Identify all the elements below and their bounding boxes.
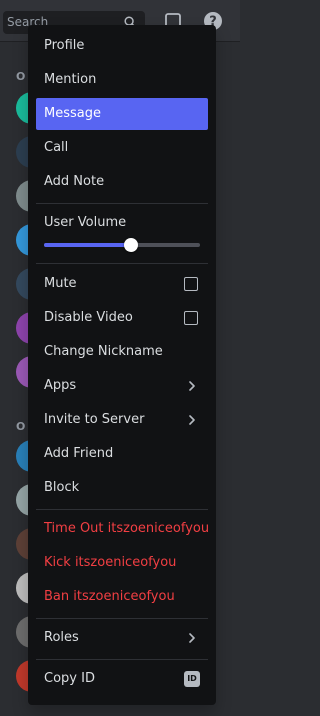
menu-separator bbox=[36, 203, 208, 204]
menu-item-mute[interactable]: Mute bbox=[36, 268, 208, 300]
user-volume-slider[interactable] bbox=[44, 238, 200, 252]
menu-item-profile[interactable]: Profile bbox=[36, 30, 208, 62]
menu-item-change-nickname[interactable]: Change Nickname bbox=[36, 336, 208, 368]
menu-separator bbox=[36, 659, 208, 660]
menu-item-call[interactable]: Call bbox=[36, 132, 208, 164]
menu-item-block[interactable]: Block bbox=[36, 472, 208, 504]
checkbox-icon[interactable] bbox=[184, 311, 198, 325]
id-icon: ID bbox=[184, 671, 200, 687]
menu-item-copy-id-label: Copy ID bbox=[44, 671, 95, 686]
menu-item-disable-video[interactable]: Disable Video bbox=[36, 302, 208, 334]
menu-item-kick[interactable]: Kick itszoeniceofyou bbox=[36, 547, 208, 579]
menu-item-apps-label: Apps bbox=[44, 378, 77, 393]
menu-separator bbox=[36, 618, 208, 619]
menu-item-message[interactable]: Message bbox=[36, 98, 208, 130]
menu-separator bbox=[36, 263, 208, 264]
menu-item-disable-video-label: Disable Video bbox=[44, 310, 133, 325]
menu-item-add-note[interactable]: Add Note bbox=[36, 166, 208, 198]
user-context-menu: Profile Mention Message Call Add Note Us… bbox=[28, 25, 216, 705]
menu-item-mention[interactable]: Mention bbox=[36, 64, 208, 96]
chevron-right-icon bbox=[189, 633, 195, 643]
member-group-header: O bbox=[16, 70, 26, 83]
app-window: Search ? O O Profile Mention Message Cal… bbox=[0, 0, 240, 716]
menu-separator bbox=[36, 509, 208, 510]
menu-item-roles[interactable]: Roles bbox=[36, 622, 208, 654]
menu-item-invite-label: Invite to Server bbox=[44, 412, 145, 427]
user-volume-label: User Volume bbox=[44, 215, 127, 230]
chevron-right-icon bbox=[189, 415, 195, 425]
slider-handle[interactable] bbox=[124, 238, 139, 252]
checkbox-icon[interactable] bbox=[184, 277, 198, 291]
menu-item-invite-to-server[interactable]: Invite to Server bbox=[36, 404, 208, 436]
menu-item-add-friend[interactable]: Add Friend bbox=[36, 438, 208, 470]
chevron-right-icon bbox=[189, 381, 195, 391]
menu-item-apps[interactable]: Apps bbox=[36, 370, 208, 402]
member-group-header: O bbox=[16, 420, 26, 433]
menu-item-time-out[interactable]: Time Out itszoeniceofyou bbox=[36, 513, 209, 545]
slider-fill bbox=[44, 243, 132, 247]
menu-item-ban[interactable]: Ban itszoeniceofyou bbox=[36, 581, 208, 613]
menu-item-copy-id[interactable]: Copy ID ID bbox=[36, 663, 208, 695]
menu-item-mute-label: Mute bbox=[44, 276, 77, 291]
menu-item-roles-label: Roles bbox=[44, 630, 79, 645]
